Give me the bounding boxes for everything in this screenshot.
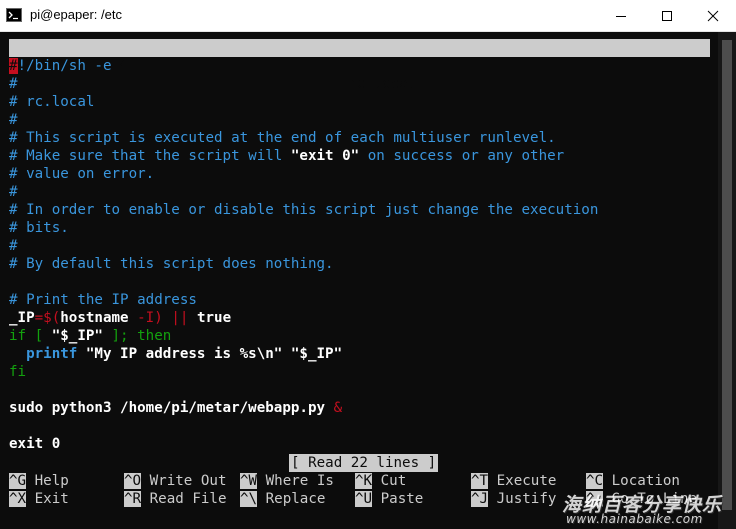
editor-line[interactable]: # By default this script does nothing. — [9, 255, 334, 273]
text-cursor: # — [9, 58, 18, 74]
editor-line[interactable]: # — [9, 183, 18, 201]
editor-line[interactable]: # rc.local — [9, 93, 94, 111]
nano-header-bar: GNU nano 5.4 rc.local — [9, 39, 710, 92]
shortcut-where-is[interactable]: ^W Where Is — [240, 472, 334, 490]
editor-line[interactable]: # — [9, 111, 18, 129]
shortcut-paste[interactable]: ^U Paste — [355, 490, 423, 508]
editor-line[interactable]: # In order to enable or disable this scr… — [9, 201, 598, 219]
shortcut-read-file[interactable]: ^R Read File — [124, 490, 227, 508]
editor-line[interactable]: sudo python3 /home/pi/metar/webapp.py & — [9, 399, 342, 417]
close-icon — [707, 10, 719, 21]
close-button[interactable] — [690, 0, 736, 31]
editor-line[interactable]: # Make sure that the script will "exit 0… — [9, 147, 564, 165]
editor-line[interactable]: # — [9, 237, 18, 255]
window-title: pi@epaper: /etc — [30, 7, 122, 22]
editor-line[interactable]: fi — [9, 363, 26, 381]
maximize-button[interactable] — [644, 0, 690, 31]
editor-line[interactable]: _IP=$(hostname -I) || true — [9, 309, 231, 327]
terminal-view[interactable]: GNU nano 5.4 rc.local #!/bin/sh -e # # r… — [0, 32, 736, 529]
editor-line[interactable]: #!/bin/sh -e — [9, 57, 112, 75]
shortcut-replace[interactable]: ^\ Replace — [240, 490, 325, 508]
shortcut-help[interactable]: ^G Help — [9, 472, 69, 490]
editor-line[interactable]: # This script is executed at the end of … — [9, 129, 556, 147]
minimize-icon — [616, 15, 626, 17]
shortcut-execute[interactable]: ^T Execute — [471, 472, 556, 490]
shortcut-write-out[interactable]: ^O Write Out — [124, 472, 227, 490]
editor-line[interactable]: # — [9, 75, 18, 93]
window-titlebar[interactable]: pi@epaper: /etc — [0, 0, 736, 32]
maximize-icon — [662, 10, 672, 21]
scrollbar-thumb[interactable] — [722, 40, 732, 510]
editor-line[interactable]: printf "My IP address is %s\n" "$_IP" — [9, 345, 342, 363]
shortcut-cut[interactable]: ^K Cut — [355, 472, 406, 490]
editor-line[interactable]: if [ "$_IP" ]; then — [9, 327, 171, 345]
editor-line[interactable]: # value on error. — [9, 165, 154, 183]
vertical-scrollbar[interactable] — [718, 32, 736, 529]
editor-line[interactable]: # bits. — [9, 219, 69, 237]
shortcut-justify[interactable]: ^J Justify — [471, 490, 556, 508]
terminal-icon — [6, 8, 22, 22]
editor-line[interactable]: exit 0 — [9, 435, 60, 453]
editor-line[interactable]: # Print the IP address — [9, 291, 197, 309]
shortcut-go-to-line[interactable]: ^_ Go To Line — [586, 490, 697, 508]
shortcut-location[interactable]: ^C Location — [586, 472, 680, 490]
shortcut-exit[interactable]: ^X Exit — [9, 490, 69, 508]
status-message: [ Read 22 lines ] — [289, 454, 439, 472]
nano-filename: rc.local — [348, 76, 417, 92]
minimize-button[interactable] — [598, 0, 644, 31]
